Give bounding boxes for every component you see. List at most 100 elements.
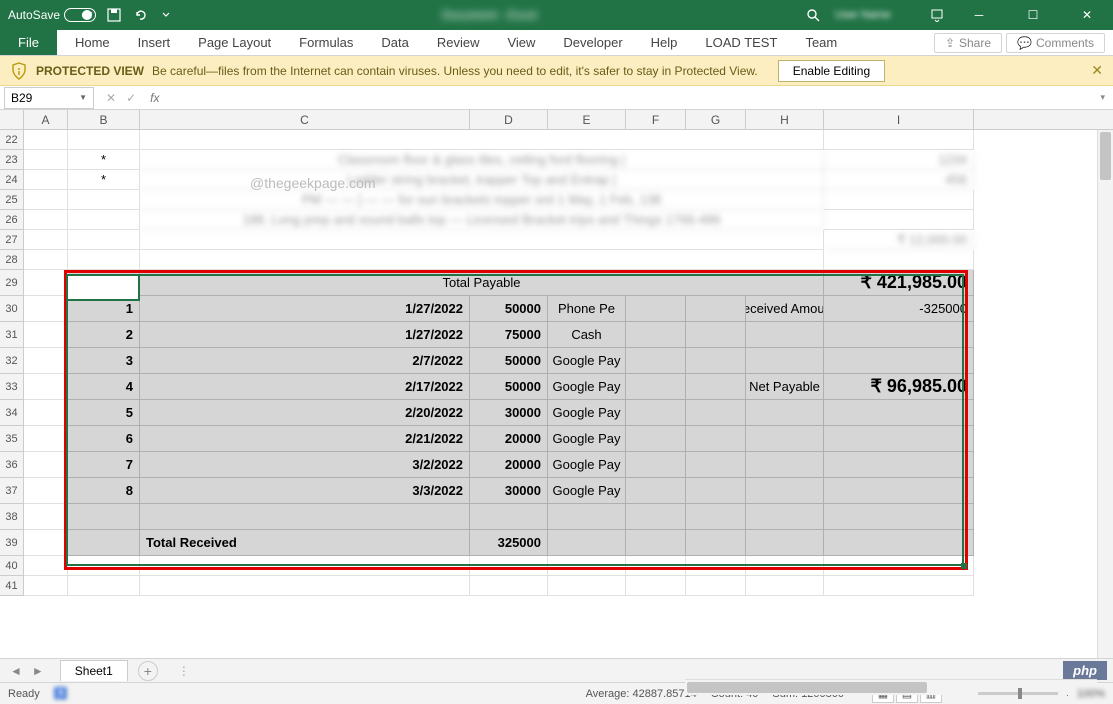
cell[interactable]: 30000 [470, 478, 548, 504]
search-icon[interactable] [805, 7, 821, 23]
cell[interactable]: ₹ 421,985.00 [824, 270, 974, 296]
cell[interactable]: Phone Pe [548, 296, 626, 322]
cell[interactable] [686, 504, 746, 530]
tab-load-test[interactable]: LOAD TEST [691, 30, 791, 55]
cell[interactable] [24, 348, 68, 374]
minimize-button[interactable]: ─ [959, 0, 999, 30]
cell[interactable] [68, 230, 140, 250]
col-header-A[interactable]: A [24, 110, 68, 129]
cell[interactable]: 188. Long prep and sound balls top — Lic… [140, 210, 824, 230]
selection-handle[interactable] [961, 563, 967, 569]
cell[interactable]: Classroom floor & glass tiles, ceiling f… [140, 150, 824, 170]
cell[interactable]: * [68, 150, 140, 170]
tab-file[interactable]: File [0, 30, 57, 55]
cell[interactable] [626, 556, 686, 576]
share-button[interactable]: ⇪Share [934, 33, 1002, 53]
tab-page-layout[interactable]: Page Layout [184, 30, 285, 55]
formula-input[interactable] [165, 87, 1092, 109]
close-protected-bar[interactable]: ✕ [1091, 62, 1103, 79]
sheet-tab[interactable]: Sheet1 [60, 660, 128, 681]
cell[interactable] [24, 322, 68, 348]
cell[interactable] [686, 556, 746, 576]
cell[interactable] [824, 530, 974, 556]
col-header-E[interactable]: E [548, 110, 626, 129]
tab-home[interactable]: Home [61, 30, 124, 55]
row-header-24[interactable]: 24 [0, 170, 23, 190]
col-header-C[interactable]: C [140, 110, 470, 129]
enable-editing-button[interactable]: Enable Editing [778, 60, 885, 82]
cell[interactable]: Total Received [140, 530, 470, 556]
cell[interactable] [24, 374, 68, 400]
vertical-scrollbar[interactable] [1097, 130, 1113, 658]
cell[interactable] [24, 170, 68, 190]
row-header-28[interactable]: 28 [0, 250, 23, 270]
close-button[interactable]: ✕ [1067, 0, 1107, 30]
cell[interactable]: Google Pay [548, 374, 626, 400]
row-header-40[interactable]: 40 [0, 556, 23, 576]
row-header-36[interactable]: 36 [0, 452, 23, 478]
row-header-37[interactable]: 37 [0, 478, 23, 504]
cell[interactable]: 456 [824, 170, 974, 190]
cell[interactable] [68, 210, 140, 230]
cell[interactable]: 1/27/2022 [140, 296, 470, 322]
cell[interactable]: 1/27/2022 [140, 322, 470, 348]
cell[interactable]: ₹ 96,985.00 [824, 374, 974, 400]
cell[interactable]: 3/3/2022 [140, 478, 470, 504]
redo-icon[interactable] [158, 7, 174, 23]
cell[interactable] [824, 400, 974, 426]
cell[interactable] [824, 250, 974, 270]
cell[interactable]: Google Pay [548, 400, 626, 426]
cell[interactable] [686, 322, 746, 348]
expand-formula-bar[interactable]: ▾ [1092, 92, 1113, 103]
cell[interactable]: 2/17/2022 [140, 374, 470, 400]
cell[interactable] [68, 250, 140, 270]
cell[interactable]: 1234 [824, 150, 974, 170]
row-header-38[interactable]: 38 [0, 504, 23, 530]
cell[interactable]: PM — — | — — for sun brackets topper ord… [140, 190, 824, 210]
cell[interactable]: * [68, 170, 140, 190]
row-header-35[interactable]: 35 [0, 426, 23, 452]
cell[interactable] [824, 210, 974, 230]
cell[interactable] [140, 504, 470, 530]
cell[interactable] [24, 250, 68, 270]
cell[interactable] [24, 230, 68, 250]
spreadsheet-grid[interactable]: ABCDEFGHI 222324252627282930313233343536… [0, 110, 1113, 658]
cell[interactable] [24, 150, 68, 170]
cell[interactable] [626, 296, 686, 322]
cell[interactable] [746, 322, 824, 348]
cell[interactable] [140, 556, 470, 576]
cell[interactable] [68, 576, 140, 596]
cell[interactable] [24, 426, 68, 452]
cell[interactable]: 20000 [470, 452, 548, 478]
row-header-41[interactable]: 41 [0, 576, 23, 596]
row-header-34[interactable]: 34 [0, 400, 23, 426]
cell[interactable] [24, 296, 68, 322]
cell[interactable] [626, 322, 686, 348]
select-all-corner[interactable] [0, 110, 24, 129]
cell[interactable] [746, 530, 824, 556]
cell[interactable]: Google Pay [548, 426, 626, 452]
cell[interactable]: Net Payable [746, 374, 824, 400]
cell[interactable]: 7 [68, 452, 140, 478]
cell[interactable]: Received Amount [746, 296, 824, 322]
cell[interactable] [686, 348, 746, 374]
tab-team[interactable]: Team [791, 30, 851, 55]
cell[interactable]: Ladder string bracket, trapper Top and E… [140, 170, 824, 190]
cell[interactable]: 50000 [470, 296, 548, 322]
cell[interactable] [824, 426, 974, 452]
undo-icon[interactable] [132, 7, 148, 23]
scrollbar-thumb[interactable] [1100, 132, 1111, 180]
cell[interactable] [824, 130, 974, 150]
sheet-nav-prev[interactable]: ► [28, 664, 48, 678]
cell[interactable]: 2 [68, 322, 140, 348]
row-header-32[interactable]: 32 [0, 348, 23, 374]
tab-help[interactable]: Help [637, 30, 692, 55]
cell[interactable] [24, 190, 68, 210]
tab-formulas[interactable]: Formulas [285, 30, 367, 55]
cell[interactable] [24, 270, 68, 296]
cell[interactable] [626, 530, 686, 556]
cell[interactable] [24, 210, 68, 230]
col-header-D[interactable]: D [470, 110, 548, 129]
cell[interactable] [626, 478, 686, 504]
cell[interactable]: 325000 [470, 530, 548, 556]
